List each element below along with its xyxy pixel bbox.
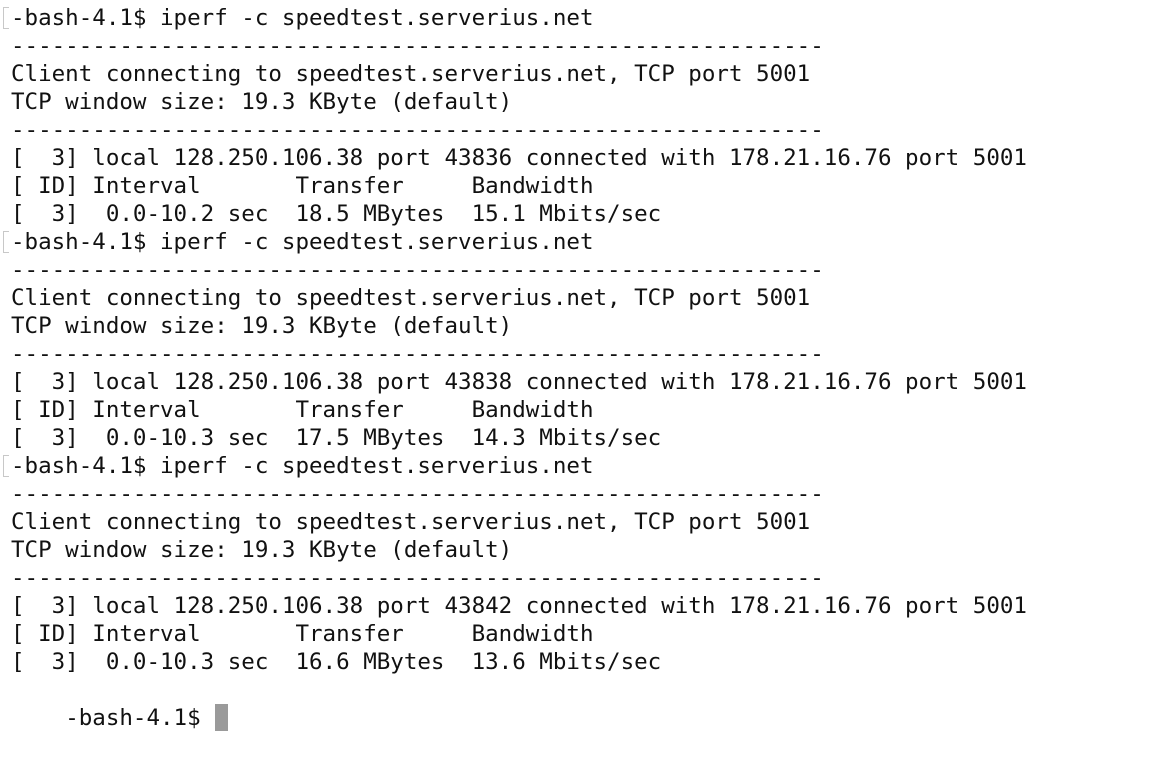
output-line: Client connecting to speedtest.serverius… — [11, 61, 811, 87]
prompt-line[interactable]: -bash-4.1$ — [11, 676, 228, 731]
text-cursor — [214, 704, 228, 731]
command-mark — [3, 455, 9, 477]
table-header-line: [ ID] Interval Transfer Bandwidth — [11, 397, 594, 423]
separator-line: ----------------------------------------… — [11, 117, 824, 143]
command-line: -bash-4.1$ iperf -c speedtest.serverius.… — [11, 229, 594, 255]
output-line: [ 3] local 128.250.106.38 port 43842 con… — [11, 593, 1027, 619]
prompt-text: -bash-4.1$ — [65, 705, 201, 731]
separator-line: ----------------------------------------… — [11, 257, 824, 283]
output-line: Client connecting to speedtest.serverius… — [11, 285, 811, 311]
output-line: TCP window size: 19.3 KByte (default) — [11, 313, 513, 339]
command-line: -bash-4.1$ iperf -c speedtest.serverius.… — [11, 453, 594, 479]
output-line: [ 3] local 128.250.106.38 port 43838 con… — [11, 369, 1027, 395]
command-line: -bash-4.1$ iperf -c speedtest.serverius.… — [11, 5, 594, 31]
result-line: [ 3] 0.0-10.3 sec 16.6 MBytes 13.6 Mbits… — [11, 649, 662, 675]
command-mark — [3, 231, 9, 253]
output-line: Client connecting to speedtest.serverius… — [11, 509, 811, 535]
table-header-line: [ ID] Interval Transfer Bandwidth — [11, 621, 594, 647]
output-line: TCP window size: 19.3 KByte (default) — [11, 89, 513, 115]
separator-line: ----------------------------------------… — [11, 33, 824, 59]
separator-line: ----------------------------------------… — [11, 565, 824, 591]
table-header-line: [ ID] Interval Transfer Bandwidth — [11, 173, 594, 199]
output-line: TCP window size: 19.3 KByte (default) — [11, 537, 513, 563]
command-mark — [3, 7, 9, 29]
separator-line: ----------------------------------------… — [11, 341, 824, 367]
terminal-window[interactable]: -bash-4.1$ iperf -c speedtest.serverius.… — [0, 0, 1170, 731]
result-line: [ 3] 0.0-10.2 sec 18.5 MBytes 15.1 Mbits… — [11, 201, 662, 227]
separator-line: ----------------------------------------… — [11, 481, 824, 507]
output-line: [ 3] local 128.250.106.38 port 43836 con… — [11, 145, 1027, 171]
result-line: [ 3] 0.0-10.3 sec 17.5 MBytes 14.3 Mbits… — [11, 425, 662, 451]
